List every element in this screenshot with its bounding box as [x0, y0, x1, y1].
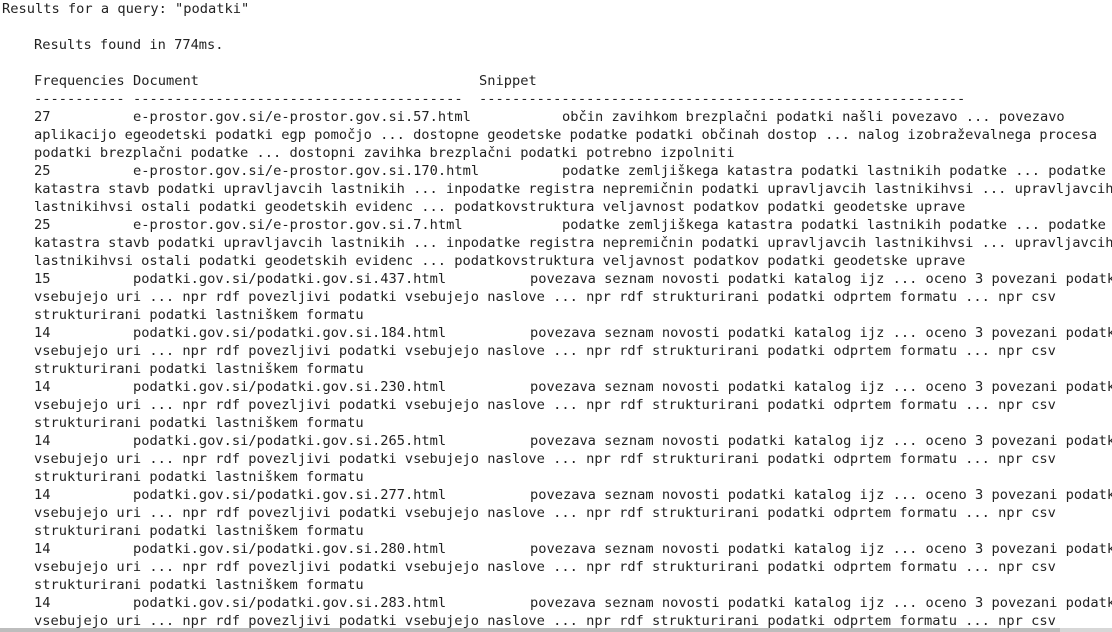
- result-snippet-continuation: podatki brezplačni podatke ... dostopni …: [34, 145, 735, 161]
- result-frequency: 14: [34, 325, 51, 341]
- result-document-link[interactable]: e-prostor.gov.si/e-prostor.gov.si.7.html: [133, 216, 463, 234]
- result-snippet: povezava seznam novosti podatki katalog …: [530, 271, 1112, 287]
- result-snippet: povezava seznam novosti podatki katalog …: [530, 595, 1112, 611]
- result-snippet-continuation: aplikacijo egeodetski podatki egp pomočj…: [34, 127, 1098, 143]
- result-row: 25 e-prostor.gov.si/e-prostor.gov.si.7.ht…: [34, 216, 1112, 234]
- terminal-output: Results for a query: "podatki" Results f…: [0, 0, 1112, 632]
- result-snippet-continuation: strukturirani podatki lastniškem formatu: [34, 577, 364, 593]
- result-document-link[interactable]: podatki.gov.si/podatki.gov.si.265.html: [133, 432, 446, 450]
- result-snippet-continuation: strukturirani podatki lastniškem formatu: [34, 469, 364, 485]
- separator-frequencies: -----------: [34, 91, 125, 107]
- result-document-link[interactable]: podatki.gov.si/podatki.gov.si.184.html: [133, 324, 446, 342]
- result-frequency: 14: [34, 379, 51, 395]
- result-frequency: 14: [34, 433, 51, 449]
- column-header-document: Document: [133, 73, 199, 89]
- result-row: 14 podatki.gov.si/podatki.gov.si.184.html…: [34, 324, 1112, 342]
- separator-snippet: ----------------------------------------…: [479, 91, 966, 107]
- result-document-link[interactable]: e-prostor.gov.si/e-prostor.gov.si.170.ht…: [133, 162, 479, 180]
- result-snippet-continuation: vsebujejo uri ... npr rdf povezljivi pod…: [34, 559, 1056, 575]
- result-snippet-continuation: katastra stavb podatki upravljavcih last…: [34, 181, 1112, 197]
- result-snippet: povezava seznam novosti podatki katalog …: [530, 379, 1112, 395]
- result-document-link[interactable]: podatki.gov.si/podatki.gov.si.277.html: [133, 486, 446, 504]
- result-snippet-continuation: strukturirani podatki lastniškem formatu: [34, 307, 364, 323]
- result-document-link[interactable]: podatki.gov.si/podatki.gov.si.283.html: [133, 594, 446, 612]
- result-snippet-continuation: strukturirani podatki lastniškem formatu: [34, 523, 364, 539]
- result-frequency: 15: [34, 271, 51, 287]
- result-snippet: podatke zemljiškega katastra podatki las…: [562, 163, 1106, 179]
- result-document-link[interactable]: podatki.gov.si/podatki.gov.si.230.html: [133, 378, 446, 396]
- result-snippet-continuation: vsebujejo uri ... npr rdf povezljivi pod…: [34, 505, 1056, 521]
- result-document-link[interactable]: podatki.gov.si/podatki.gov.si.437.html: [133, 270, 446, 288]
- result-document-link[interactable]: e-prostor.gov.si/e-prostor.gov.si.57.htm…: [133, 108, 471, 126]
- result-snippet-continuation: vsebujejo uri ... npr rdf povezljivi pod…: [34, 343, 1056, 359]
- result-snippet: povezava seznam novosti podatki katalog …: [530, 325, 1112, 341]
- result-row: 14 podatki.gov.si/podatki.gov.si.230.html…: [34, 378, 1112, 396]
- result-row: 15 podatki.gov.si/podatki.gov.si.437.html…: [34, 270, 1112, 288]
- result-snippet-continuation: lastnikihvsi ostali podatki geodetskih e…: [34, 199, 966, 215]
- result-frequency: 14: [34, 487, 51, 503]
- column-header-snippet: Snippet: [479, 73, 537, 89]
- result-snippet: občin zavihkom brezplačni podatki našli …: [562, 109, 1065, 125]
- column-separator-row: ----------- ----------------------------…: [34, 90, 1112, 108]
- result-snippet-continuation: strukturirani podatki lastniškem formatu: [34, 361, 364, 377]
- result-snippet: povezava seznam novosti podatki katalog …: [530, 487, 1112, 503]
- column-header-frequencies: Frequencies: [34, 73, 125, 89]
- result-row: 14 podatki.gov.si/podatki.gov.si.265.html…: [34, 432, 1112, 450]
- result-frequency: 14: [34, 595, 51, 611]
- result-document-link[interactable]: podatki.gov.si/podatki.gov.si.280.html: [133, 540, 446, 558]
- column-header-row: Frequencies Document Snippet: [34, 72, 1112, 90]
- result-frequency: 14: [34, 541, 51, 557]
- query-header: Results for a query: "podatki": [2, 1, 250, 17]
- result-snippet: povezava seznam novosti podatki katalog …: [530, 541, 1112, 557]
- result-snippet-continuation: vsebujejo uri ... npr rdf povezljivi pod…: [34, 289, 1056, 305]
- result-row: 14 podatki.gov.si/podatki.gov.si.277.html…: [34, 486, 1112, 504]
- result-snippet-continuation: katastra stavb podatki upravljavcih last…: [34, 235, 1112, 251]
- result-snippet-continuation: vsebujejo uri ... npr rdf povezljivi pod…: [34, 451, 1056, 467]
- result-row: 14 podatki.gov.si/podatki.gov.si.280.html…: [34, 540, 1112, 558]
- horizontal-scrollbar-thumb[interactable]: [0, 628, 1060, 632]
- result-snippet: podatke zemljiškega katastra podatki las…: [562, 217, 1106, 233]
- result-snippet: povezava seznam novosti podatki katalog …: [530, 433, 1112, 449]
- result-frequency: 25: [34, 217, 51, 233]
- result-row: 27 e-prostor.gov.si/e-prostor.gov.si.57.h…: [34, 108, 1112, 126]
- result-frequency: 27: [34, 109, 51, 125]
- result-frequency: 25: [34, 163, 51, 179]
- separator-document: ----------------------------------------: [133, 91, 463, 107]
- result-snippet-continuation: strukturirani podatki lastniškem formatu: [34, 415, 364, 431]
- result-snippet-continuation: lastnikihvsi ostali podatki geodetskih e…: [34, 253, 966, 269]
- timing-text: Results found in 774ms.: [34, 37, 224, 53]
- result-row: 25 e-prostor.gov.si/e-prostor.gov.si.170.…: [34, 162, 1112, 180]
- result-snippet-continuation: vsebujejo uri ... npr rdf povezljivi pod…: [34, 397, 1056, 413]
- result-row: 14 podatki.gov.si/podatki.gov.si.283.html…: [34, 594, 1112, 612]
